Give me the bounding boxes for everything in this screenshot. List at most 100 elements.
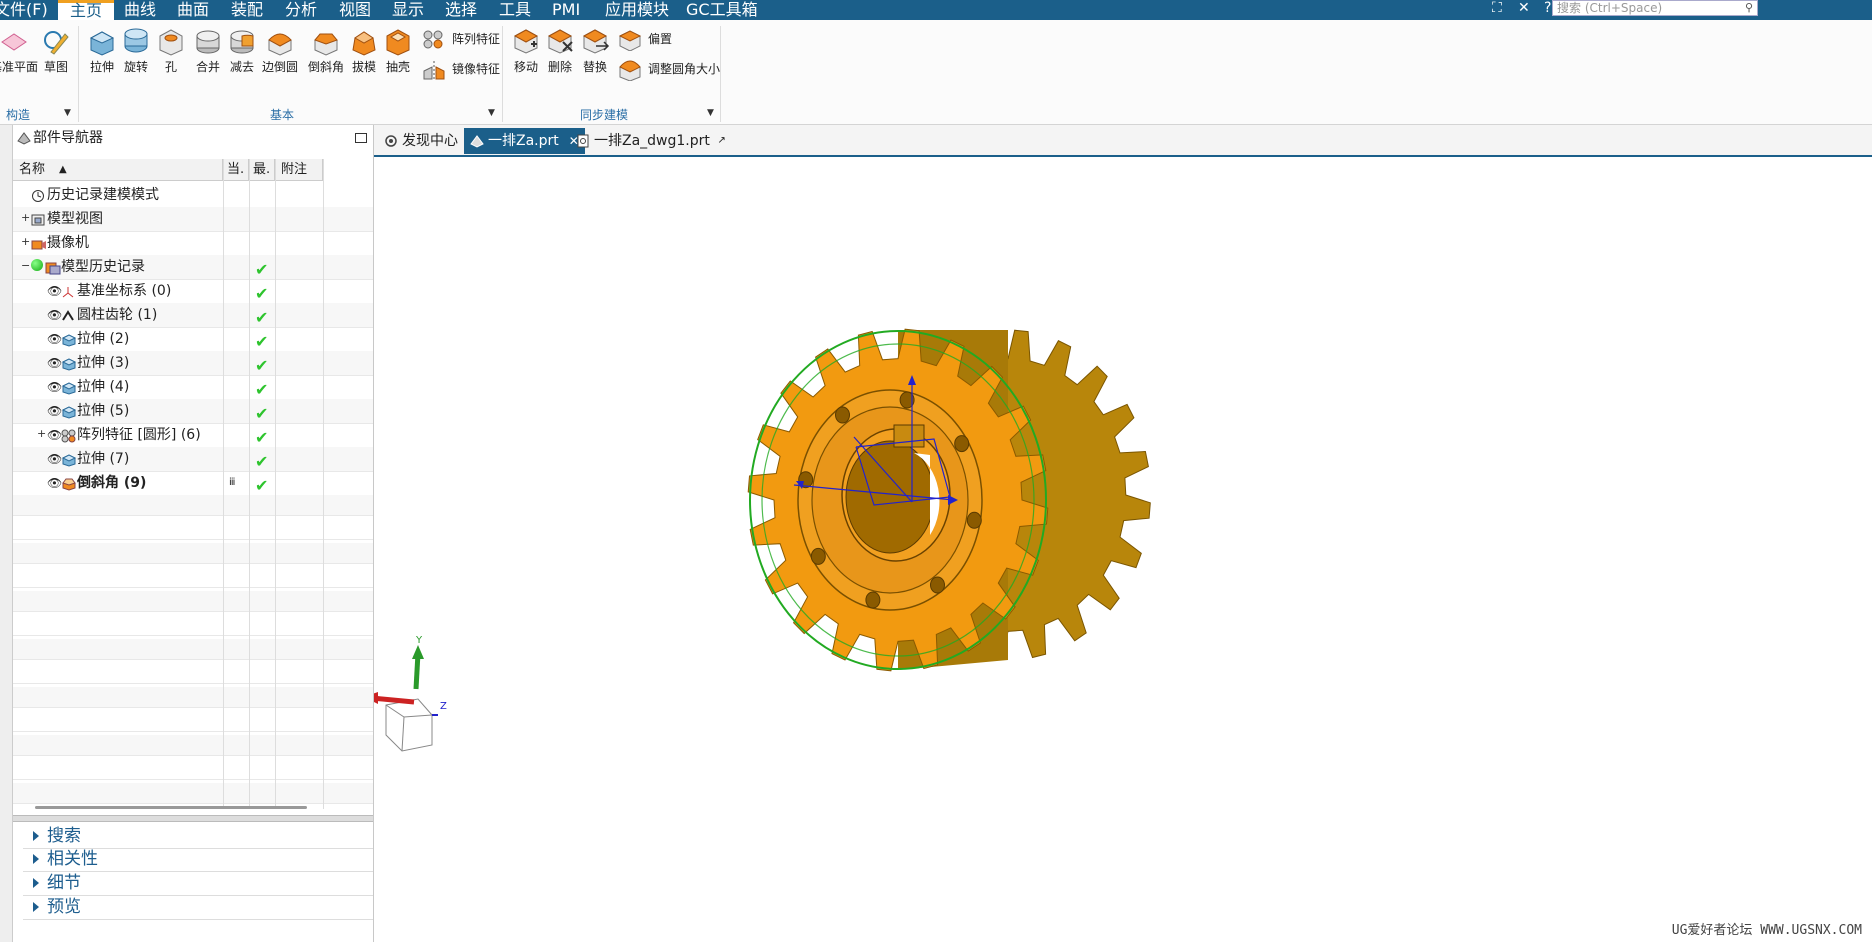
tree-row[interactable]: 👁 拉伸 (7) ✔ [13,447,373,472]
hole-button[interactable]: 孔 [151,26,191,75]
tab-label: 一排Za.prt [488,133,559,149]
empty-row [13,759,373,780]
help-icon[interactable]: ? [1544,0,1551,16]
hole-label: 孔 [164,60,177,74]
external-link-icon[interactable]: ↗ [718,128,726,154]
draft-label: 拔模 [351,60,376,74]
menu-analysis[interactable]: 分析 [285,0,317,20]
visibility-eye-icon[interactable]: 👁 [47,423,62,447]
tree-row-label: 倒斜角 (9) [77,475,147,491]
column-latest-header[interactable]: 最. [249,159,275,181]
tab-discovery-center[interactable]: 发现中心 [378,128,468,154]
tab-label: 发现中心 [402,133,458,149]
construct-dropdown-icon[interactable]: ▼ [64,108,71,118]
menu-pmi[interactable]: PMI [552,0,580,20]
close-icon[interactable]: ✕ [1518,0,1530,16]
visibility-eye-icon[interactable]: 👁 [47,279,62,303]
fullscreen-icon[interactable]: ⛶ [1492,0,1502,16]
group-divider [78,26,79,122]
tree-row[interactable]: 👁 基准坐标系 (0) ✔ [13,279,373,304]
column-divider [275,159,276,809]
resource-bar[interactable] [0,125,13,942]
visibility-eye-icon[interactable]: 👁 [47,447,62,471]
revolve-icon [124,28,148,53]
tree-row-label: 摄像机 [47,235,89,251]
menu-tools[interactable]: 工具 [499,0,531,20]
chamfer-icon [314,33,338,56]
svg-text:Y: Y [415,635,423,646]
sketch-button[interactable]: 草图 [36,26,76,75]
bolt-hole [865,591,881,609]
menu-assembly[interactable]: 装配 [231,0,263,20]
tab-part-file[interactable]: 一排Za.prt ✕ [464,128,585,154]
panel-splitter[interactable] [13,815,373,822]
offset-region-button[interactable]: 偏置 [618,26,672,52]
command-search-input[interactable]: 搜索 (Ctrl+Space) ⚲ [1552,0,1758,16]
menu-view[interactable]: 视图 [339,0,371,20]
expand-toggle-icon[interactable]: + [21,212,30,223]
panel-dependencies[interactable]: 相关性 [23,846,373,872]
menu-file[interactable]: 文件(F) [0,0,48,20]
pattern-feature-button[interactable]: 阵列特征 [422,26,500,52]
resize-blend-button[interactable]: 调整圆角大小 [618,56,720,82]
visibility-eye-icon[interactable]: 👁 [47,351,62,375]
resize-blend-label: 调整圆角大小 [648,62,721,76]
column-current-header[interactable]: 当. [223,159,249,181]
tree-row[interactable]: 👁 倒斜角 (9) ⅲ ✔ [13,471,373,496]
subtract-icon [230,30,254,54]
horizontal-scrollbar[interactable] [35,806,307,809]
tree-row[interactable]: 👁 拉伸 (4) ✔ [13,375,373,400]
menu-gc-toolbox[interactable]: GC工具箱 [686,0,758,20]
menu-applications[interactable]: 应用模块 [605,0,669,20]
expand-toggle-icon[interactable]: + [37,428,46,439]
column-note-header[interactable]: 附注 [275,159,323,181]
panel-preview[interactable]: 预览 [23,894,373,920]
replace-face-button[interactable]: 替换 [575,26,615,75]
menu-display[interactable]: 显示 [392,0,424,20]
menu-select[interactable]: 选择 [445,0,477,20]
tree-row[interactable]: 👁 拉伸 (3) ✔ [13,351,373,376]
tree-row[interactable]: + 👁 阵列特征 [圆形] (6) ✔ [13,423,373,448]
empty-row [13,639,373,660]
tree-row[interactable]: 👁 拉伸 (2) ✔ [13,327,373,352]
draft-icon [352,31,376,56]
visibility-eye-icon[interactable]: 👁 [47,399,62,423]
chamfer-button[interactable]: 倒斜角 [306,26,346,75]
visibility-eye-icon[interactable]: 👁 [47,375,62,399]
tree-row[interactable]: − 模型历史记录 ✔ [13,255,373,280]
revolve-button[interactable]: 旋转 [116,26,156,75]
tree-row[interactable]: + 摄像机 [13,231,373,256]
column-name-header[interactable]: 名称 ▲ [13,159,223,181]
part-navigator-icon [17,132,31,145]
move-icon [513,29,539,54]
visibility-eye-icon[interactable]: 👁 [47,327,62,351]
mirror-feature-button[interactable]: 镜像特征 [422,56,500,82]
edge-blend-button[interactable]: 边倒圆 [260,26,300,75]
visibility-eye-icon[interactable]: 👁 [47,471,62,495]
shell-button[interactable]: 抽壳 [378,26,418,75]
visibility-eye-icon[interactable]: 👁 [47,303,62,327]
tree-row[interactable]: + 模型视图 [13,207,373,232]
search-icon[interactable]: ⚲ [1745,1,1753,15]
offset-icon [618,30,642,51]
sync-dropdown-icon[interactable]: ▼ [707,108,714,118]
tree-row[interactable]: 历史记录建模模式 [13,183,373,208]
expand-toggle-icon[interactable]: + [21,236,30,247]
panel-details[interactable]: 细节 [23,870,373,896]
graphics-window[interactable]: Y X Z UG爱好者论坛 WWW.UGSNX.COM [348,157,1872,942]
delete-face-button[interactable]: 删除 [540,26,580,75]
expand-toggle-icon[interactable]: − [21,260,30,271]
view-triad: Y X Z [348,635,447,752]
tree-row[interactable]: 👁 圆柱齿轮 (1) ✔ [13,303,373,328]
basic-dropdown-icon[interactable]: ▼ [488,108,495,118]
subtract-button[interactable]: 减去 [222,26,262,75]
part-file-icon [470,135,484,148]
tree-row[interactable]: 👁 拉伸 (5) ✔ [13,399,373,424]
tree-row-label: 基准坐标系 (0) [77,283,172,299]
menu-curve[interactable]: 曲线 [124,0,156,20]
menu-surface[interactable]: 曲面 [177,0,209,20]
maximize-icon[interactable] [355,133,367,143]
tab-drawing-file[interactable]: 一排Za_dwg1.prt ↗ [570,128,732,154]
datum-plane-button[interactable]: 基准平面 [0,26,38,75]
offset-label: 偏置 [648,32,673,46]
